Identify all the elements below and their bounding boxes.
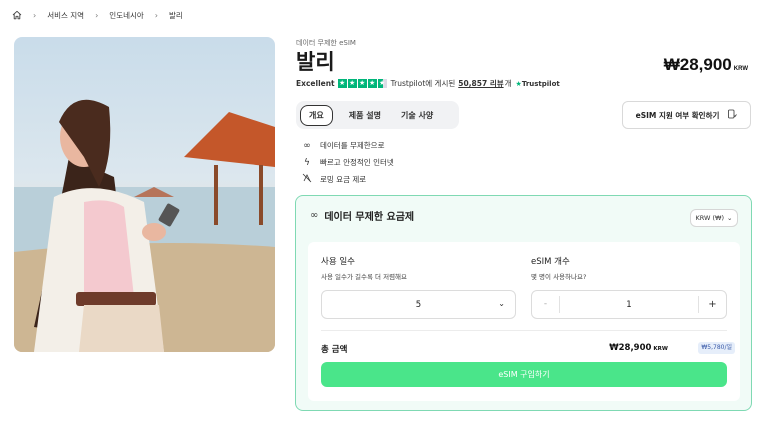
device-check-icon	[727, 109, 738, 121]
breadcrumb-item-current: 발리	[169, 10, 183, 20]
chevron-right-icon: ›	[95, 10, 99, 20]
rating-text-prefix: Trustpilot에 게시된	[390, 79, 456, 88]
feature-label: 데이터를 무제한으로	[320, 141, 385, 150]
esim-quantity-stepper: - 1 +	[531, 290, 727, 319]
currency-select[interactable]: KRW (₩) ⌄	[690, 209, 738, 227]
chevron-right-icon: ›	[33, 10, 37, 20]
esim-count-hint: 몇 명이 사용하나요?	[531, 273, 587, 281]
plan-options: 사용 일수 사용 일수가 길수록 더 저렴해요 eSIM 개수 몇 명이 사용하…	[308, 242, 740, 401]
feature-list: ∞ 데이터를 무제한으로 ϟ 빠르고 안정적인 인터넷 로밍 요금 제로	[301, 137, 394, 188]
chevron-right-icon: ›	[154, 10, 158, 20]
hero-image	[14, 37, 275, 352]
page-title: 발리	[296, 50, 335, 74]
infinity-icon: ∞	[303, 140, 311, 151]
price-currency: KRW	[733, 66, 748, 72]
infinity-icon: ∞	[310, 210, 319, 221]
plan-card: ∞ 데이터 무제한 요금제 KRW (₩) ⌄ 사용 일수 사용 일수가 길수록…	[295, 195, 752, 411]
esim-count-label: eSIM 개수	[531, 257, 570, 267]
trustpilot-logo-text: Trustpilot	[521, 79, 560, 88]
rating-label: Excellent	[296, 79, 335, 88]
breadcrumb: › 서비스 지역 › 인도네시아 › 발리	[12, 8, 183, 22]
star-icon: ★	[367, 79, 377, 88]
tab-specs[interactable]: 기술 사양	[393, 106, 441, 125]
review-count-link[interactable]: 50,857 리뷰	[458, 78, 503, 89]
home-icon[interactable]	[12, 10, 22, 20]
check-esim-compatibility-button[interactable]: eSIM 지원 여부 확인하기	[622, 101, 751, 129]
days-value: 5	[415, 299, 422, 310]
star-half-icon: ★	[377, 79, 387, 88]
plan-title-text: 데이터 무제한 요금제	[324, 212, 415, 223]
rating-text-suffix: 개	[504, 79, 512, 88]
star-icon: ★	[337, 79, 347, 88]
chevron-down-icon: ⌄	[727, 214, 733, 222]
days-label: 사용 일수	[321, 257, 355, 267]
total-value: ₩28,900	[609, 343, 652, 353]
feature-label: 빠르고 안정적인 인터넷	[320, 158, 394, 167]
trustpilot-logo: ★Trustpilot	[516, 80, 560, 88]
days-hint: 사용 일수가 길수록 더 저렴해요	[321, 273, 408, 281]
days-select[interactable]: 5 ⌄	[321, 290, 516, 319]
total-price: ₩28,900 KRW	[609, 343, 668, 353]
divider	[321, 330, 727, 331]
rating-stars: ★ ★ ★ ★ ★	[337, 79, 387, 88]
breadcrumb-item-region[interactable]: 서비스 지역	[47, 10, 84, 21]
currency-value: KRW (₩)	[695, 214, 725, 222]
check-button-label: eSIM 지원 여부 확인하기	[635, 110, 720, 120]
star-icon: ★	[357, 79, 367, 88]
feature-item: ∞ 데이터를 무제한으로	[301, 137, 394, 154]
tab-description[interactable]: 제품 설명	[341, 106, 389, 125]
quantity-value[interactable]: 1	[560, 300, 698, 310]
breadcrumb-item-country[interactable]: 인도네시아	[109, 10, 144, 21]
tab-overview[interactable]: 개요	[300, 104, 333, 126]
total-currency: KRW	[653, 346, 668, 352]
decrement-button[interactable]: -	[532, 296, 560, 313]
buy-button-label: eSIM 구입하기	[498, 370, 550, 379]
product-tabs: 개요 제품 설명 기술 사양	[296, 101, 459, 129]
per-day-badge: ₩5,780/일	[698, 342, 735, 354]
feature-item: 로밍 요금 제로	[301, 171, 394, 188]
trustpilot-rating: Excellent ★ ★ ★ ★ ★ Trustpilot에 게시된 50,8…	[296, 78, 560, 89]
plan-title: ∞ 데이터 무제한 요금제	[310, 208, 414, 223]
feature-item: ϟ 빠르고 안정적인 인터넷	[301, 154, 394, 171]
star-icon: ★	[347, 79, 357, 88]
price-value: ₩28,900	[663, 55, 732, 74]
bolt-icon: ϟ	[304, 157, 310, 168]
total-label: 총 금액	[321, 345, 348, 355]
product-price: ₩28,900 KRW	[664, 55, 748, 75]
buy-esim-button[interactable]: eSIM 구입하기	[321, 362, 727, 387]
feature-label: 로밍 요금 제로	[320, 175, 367, 184]
no-roaming-icon	[301, 173, 313, 186]
increment-button[interactable]: +	[698, 296, 726, 313]
chevron-down-icon: ⌄	[498, 299, 505, 308]
